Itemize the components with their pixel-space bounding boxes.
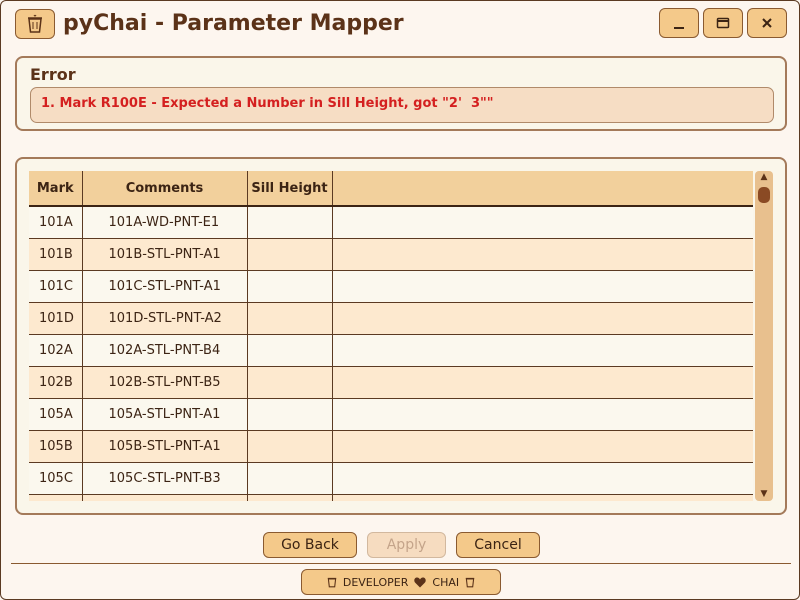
cell-sill-height[interactable] [247, 398, 333, 431]
developer-chai-button[interactable]: DEVELOPER CHAI [301, 569, 501, 595]
cell-comments: 105C-STL-PNT-B3 [82, 462, 248, 495]
cell-mark: 101D [29, 302, 83, 335]
cancel-button[interactable]: Cancel [456, 532, 540, 558]
maximize-icon [716, 17, 730, 29]
cell-sill-height[interactable] [247, 430, 333, 463]
cell-sill-height[interactable] [247, 366, 333, 399]
table-row[interactable]: 102A 102A-STL-PNT-B4 [29, 334, 753, 367]
cell-comments: 101B-STL-PNT-A1 [82, 238, 248, 271]
cell-sill-height[interactable] [247, 238, 333, 271]
cell-empty [332, 302, 753, 335]
chai-cup-icon [327, 577, 337, 588]
cell-mark: 105A [29, 398, 83, 431]
cell-mark [29, 494, 83, 501]
cell-mark: 102A [29, 334, 83, 367]
close-icon [762, 18, 772, 28]
parameter-table: Mark Comments Sill Height 101A 101A-WD-PN… [29, 171, 753, 501]
cell-mark: 102B [29, 366, 83, 399]
cell-sill-height[interactable] [247, 494, 333, 501]
window-title: pyChai - Parameter Mapper [63, 11, 404, 36]
table-row[interactable]: 101A 101A-WD-PNT-E1 [29, 206, 753, 239]
chai-cup-icon [465, 577, 475, 588]
column-header-empty [332, 171, 753, 207]
maximize-button[interactable] [703, 8, 743, 38]
table-panel: Mark Comments Sill Height 101A 101A-WD-PN… [15, 157, 787, 515]
footer-divider [11, 563, 791, 564]
cell-comments: 102A-STL-PNT-B4 [82, 334, 248, 367]
cell-empty [332, 366, 753, 399]
minimize-icon [674, 27, 684, 29]
table-row[interactable]: 101C 101C-STL-PNT-A1 [29, 270, 753, 303]
footer-developer-label: DEVELOPER [342, 575, 409, 589]
cell-comments: 105A-STL-PNT-A1 [82, 398, 248, 431]
table-row[interactable]: 105B 105B-STL-PNT-A1 [29, 430, 753, 463]
cell-empty [332, 430, 753, 463]
table-row[interactable] [29, 494, 753, 501]
cell-empty [332, 494, 753, 501]
cell-empty [332, 206, 753, 239]
cell-empty [332, 238, 753, 271]
cell-empty [332, 270, 753, 303]
cell-mark: 105B [29, 430, 83, 463]
scroll-up-icon[interactable]: ▲ [758, 172, 770, 182]
error-panel: Error 1. Mark R100E - Expected a Number … [15, 56, 787, 131]
chai-cup-icon[interactable] [15, 9, 55, 39]
cell-sill-height[interactable] [247, 462, 333, 495]
column-header-sill-height[interactable]: Sill Height [247, 171, 333, 207]
cell-mark: 101B [29, 238, 83, 271]
cell-empty [332, 334, 753, 367]
table-row[interactable]: 102B 102B-STL-PNT-B5 [29, 366, 753, 399]
close-button[interactable] [747, 8, 787, 38]
table-row[interactable]: 105A 105A-STL-PNT-A1 [29, 398, 753, 431]
cell-comments [82, 494, 248, 501]
minimize-button[interactable] [659, 8, 699, 38]
footer-chai-label: CHAI [432, 575, 460, 589]
scroll-down-icon[interactable]: ▼ [758, 489, 770, 499]
cell-comments: 101C-STL-PNT-A1 [82, 270, 248, 303]
cell-comments: 101D-STL-PNT-A2 [82, 302, 248, 335]
cell-comments: 105B-STL-PNT-A1 [82, 430, 248, 463]
cell-mark: 105C [29, 462, 83, 495]
vertical-scrollbar[interactable]: ▲ ▼ [755, 171, 773, 501]
cell-comments: 101A-WD-PNT-E1 [82, 206, 248, 239]
cell-comments: 102B-STL-PNT-B5 [82, 366, 248, 399]
table-row[interactable]: 101B 101B-STL-PNT-A1 [29, 238, 753, 271]
error-message: 1. Mark R100E - Expected a Number in Sil… [30, 87, 774, 123]
cell-sill-height[interactable] [247, 302, 333, 335]
go-back-button[interactable]: Go Back [263, 532, 357, 558]
cell-sill-height[interactable] [247, 270, 333, 303]
scroll-thumb[interactable] [758, 187, 770, 203]
apply-button[interactable]: Apply [367, 532, 446, 558]
cell-mark: 101C [29, 270, 83, 303]
column-header-comments[interactable]: Comments [82, 171, 248, 207]
cell-sill-height[interactable] [247, 206, 333, 239]
error-title: Error [30, 65, 76, 84]
table-row[interactable]: 105C 105C-STL-PNT-B3 [29, 462, 753, 495]
table-row[interactable]: 101D 101D-STL-PNT-A2 [29, 302, 753, 335]
cell-empty [332, 462, 753, 495]
cell-sill-height[interactable] [247, 334, 333, 367]
cell-mark: 101A [29, 206, 83, 239]
table-header-row: Mark Comments Sill Height [29, 171, 753, 207]
app-window: pyChai - Parameter Mapper Error 1. Mark … [0, 0, 800, 600]
heart-icon [414, 577, 427, 587]
column-header-mark[interactable]: Mark [29, 171, 83, 207]
cell-empty [332, 398, 753, 431]
